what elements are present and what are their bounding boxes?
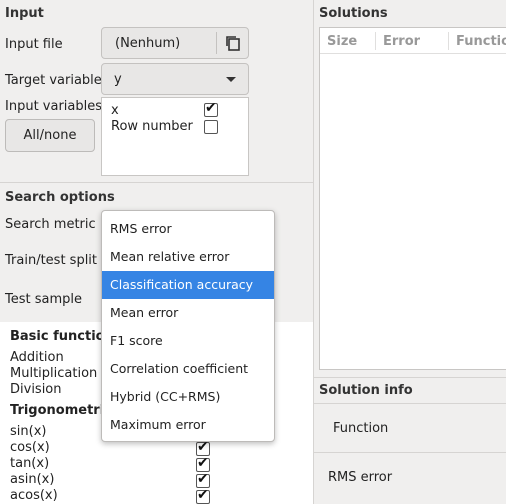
asin-checkbox[interactable] (196, 471, 210, 488)
section-divider (0, 182, 313, 183)
input-variables-list: x Row number (101, 97, 249, 176)
pane-divider (313, 0, 314, 504)
column-divider (448, 32, 449, 50)
column-divider (375, 32, 376, 50)
search-metric-dropdown[interactable]: RMS error Mean relative error Classifica… (101, 210, 275, 442)
variable-row-number-checkbox[interactable] (204, 120, 218, 134)
test-sample-label: Test sample (5, 292, 82, 307)
copy-file-icon (224, 34, 242, 52)
input-variables-label: Input variables (5, 99, 103, 114)
acos-checkbox[interactable] (196, 487, 210, 504)
solution-info-divider (314, 377, 506, 378)
function-info-label: Function (333, 421, 389, 436)
chevron-down-icon (226, 77, 236, 82)
function-tan: tan(x) (10, 456, 50, 471)
solutions-table-header: Size Error Function (320, 28, 506, 54)
search-options-title: Search options (5, 190, 115, 205)
search-metric-label: Search metric (5, 217, 96, 232)
function-sin: sin(x) (10, 424, 47, 439)
cos-checkbox[interactable] (196, 439, 210, 456)
target-variable-label: Target variable (5, 73, 102, 88)
metric-option-maximum-error[interactable]: Maximum error (102, 411, 274, 439)
rms-error-info-label: RMS error (328, 470, 393, 485)
solution-info-header-line (314, 403, 506, 404)
solutions-title: Solutions (319, 6, 388, 21)
variable-row-number-label: Row number (111, 119, 193, 134)
function-addition: Addition (10, 350, 64, 365)
metric-option-hybrid[interactable]: Hybrid (CC+RMS) (102, 383, 274, 411)
function-division: Division (10, 382, 62, 397)
metric-option-classification-accuracy[interactable]: Classification accuracy (102, 271, 274, 299)
function-asin: asin(x) (10, 472, 55, 487)
target-variable-value: y (114, 72, 122, 87)
solutions-table[interactable]: Size Error Function (319, 27, 506, 370)
column-size[interactable]: Size (327, 34, 357, 49)
column-function[interactable]: Function (456, 34, 506, 49)
input-file-label: Input file (5, 37, 63, 52)
metric-option-correlation-coefficient[interactable]: Correlation coefficient (102, 355, 274, 383)
all-none-button[interactable]: All/none (5, 119, 95, 152)
function-acos: acos(x) (10, 488, 58, 503)
input-section-title: Input (5, 6, 44, 21)
input-file-value: (Nenhum) (115, 36, 181, 51)
function-multiplication: Multiplication (10, 366, 98, 381)
metric-option-mean-error[interactable]: Mean error (102, 299, 274, 327)
input-file-divider (216, 32, 217, 54)
train-test-split-label: Train/test split (5, 253, 98, 268)
metric-option-f1-score[interactable]: F1 score (102, 327, 274, 355)
input-file-button[interactable]: (Nenhum) (101, 27, 249, 59)
solution-info-row-divider (314, 452, 506, 453)
tan-checkbox[interactable] (196, 455, 210, 472)
metric-option-rms-error[interactable]: RMS error (102, 215, 274, 243)
trigonometric-title: Trigonometric (10, 403, 112, 418)
variable-x-label: x (111, 103, 119, 118)
function-cos: cos(x) (10, 440, 50, 455)
solution-info-title: Solution info (319, 383, 413, 398)
metric-option-mean-relative-error[interactable]: Mean relative error (102, 243, 274, 271)
variable-x-checkbox[interactable] (204, 100, 218, 117)
column-error[interactable]: Error (383, 34, 420, 49)
target-variable-select[interactable]: y (101, 63, 249, 95)
